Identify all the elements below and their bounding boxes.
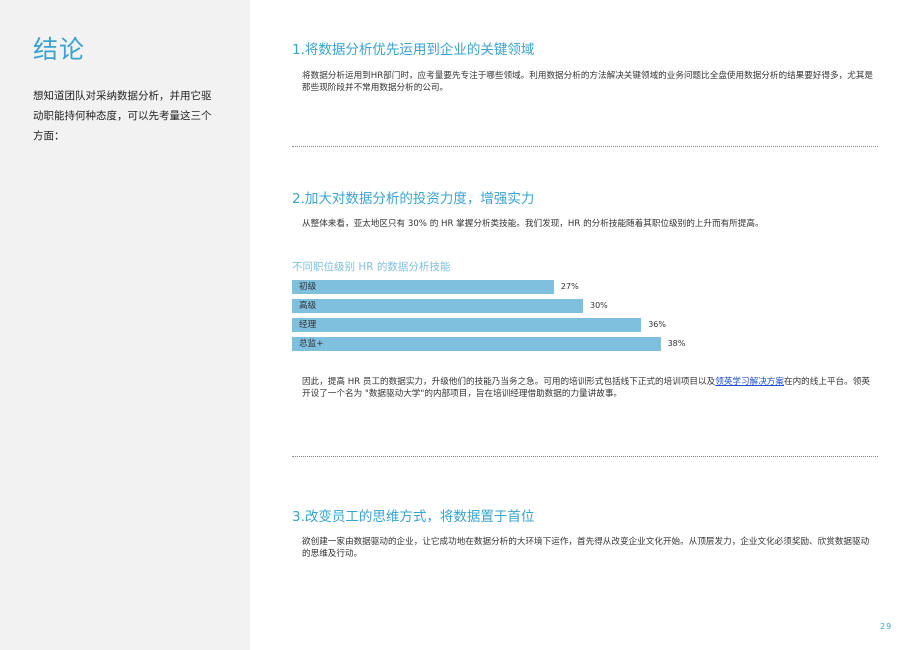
section1-body: 将数据分析运用到HR部门时，应考量要先专注于哪些领域。利用数据分析的方法解决关键…: [302, 71, 874, 93]
bar-0: [292, 280, 554, 294]
chart-title: 不同职位级别 HR 的数据分析技能: [292, 261, 451, 273]
bar-category-label: 总监+: [299, 339, 324, 349]
section3-body: 欲创建一家由数据驱动的企业，让它成功地在数据分析的大环境下运作，首先得从改变企业…: [302, 537, 870, 559]
section2-heading: 2.加大对数据分析的投资力度，增强实力: [292, 191, 535, 207]
bar-value-label: 30%: [590, 301, 608, 310]
section2-body: 从整体来看，亚太地区只有 30% 的 HR 掌握分析类技能。我们发现，HR 的分…: [302, 219, 764, 229]
section2-body2: 因此，提高 HR 员工的数据实力，升级他们的技能乃当务之急。可用的培训形式包括线…: [302, 376, 877, 400]
bar-value-label: 36%: [648, 320, 666, 329]
linkedin-learning-link[interactable]: 领英学习解决方案: [715, 377, 784, 387]
section2-body2-text: 因此，提高 HR 员工的数据实力，升级他们的技能乃当务之急。可用的培训形式包括线…: [302, 377, 716, 387]
bar-chart: 初级 27% 高级 30% 经理 36% 总监+ 38%: [292, 280, 712, 352]
bar-3: [292, 337, 661, 351]
sidebar-title: 结论: [33, 35, 86, 64]
bar-1: [292, 299, 583, 313]
bar-category-label: 初级: [299, 282, 317, 292]
section1-heading: 1.将数据分析优先运用到企业的关键领域: [292, 42, 535, 58]
sidebar-intro: 想知道团队对采纳数据分析，并用它驱动职能持何种态度，可以先考量这三个方面：: [33, 90, 212, 142]
bar-2: [292, 318, 642, 332]
sidebar: 结论 想知道团队对采纳数据分析，并用它驱动职能持何种态度，可以先考量这三个方面：: [0, 0, 250, 650]
bar-category-label: 高级: [299, 301, 317, 311]
bar-category-label: 经理: [299, 320, 317, 330]
divider-2: [292, 456, 878, 457]
bar-value-label: 38%: [667, 339, 686, 348]
page-number: 29: [880, 622, 893, 631]
main-content: 1.将数据分析优先运用到企业的关键领域 将数据分析运用到HR部门时，应考量要先专…: [292, 0, 882, 650]
bar-value-label: 27%: [560, 282, 579, 291]
section3-heading: 3.改变员工的思维方式，将数据置于首位: [292, 509, 535, 525]
divider-1: [292, 146, 878, 147]
